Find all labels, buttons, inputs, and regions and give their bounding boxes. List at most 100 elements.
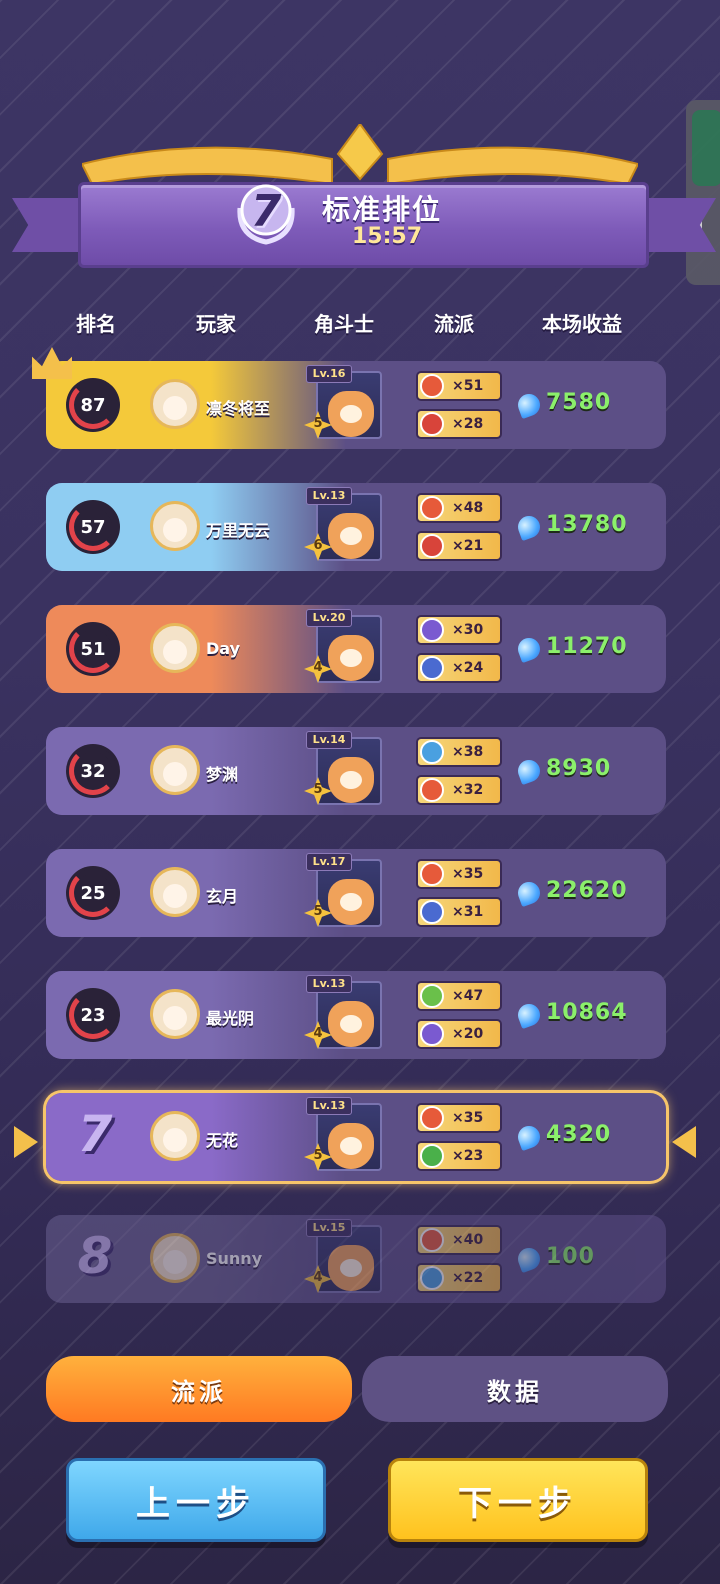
gladiator-level: Lv.14 — [306, 731, 352, 749]
style-count: ×22 — [452, 1270, 484, 1286]
rank-number: 7 — [77, 1105, 113, 1163]
gladiator-level: Lv.15 — [306, 1219, 352, 1237]
style-tag[interactable]: ×21 — [416, 531, 502, 561]
player-avatar[interactable] — [150, 989, 200, 1039]
player-name: 梦渊 — [206, 765, 239, 784]
rank-points-ring: 23 — [66, 988, 120, 1042]
current-rank-number: 7 — [250, 186, 282, 237]
current-player-arrow-right-icon — [672, 1126, 696, 1158]
player-avatar[interactable] — [150, 501, 200, 551]
fire-icon — [420, 496, 444, 520]
gem-icon — [514, 1122, 544, 1152]
fire-icon — [420, 778, 444, 802]
style-tag[interactable]: ×28 — [416, 409, 502, 439]
style-count: ×28 — [452, 416, 484, 432]
match-income: 22620 — [546, 878, 628, 903]
style-count: ×23 — [452, 1148, 484, 1164]
leaderboard-row[interactable]: 23 最光阴 Lv.13 4 ×47 ×20 10864 — [46, 971, 666, 1059]
swirl-icon — [420, 618, 444, 642]
style-tag[interactable]: ×24 — [416, 653, 502, 683]
style-count: ×21 — [452, 538, 484, 554]
player-avatar[interactable] — [150, 867, 200, 917]
style-tag[interactable]: ×35 — [416, 1103, 502, 1133]
style-tag[interactable]: ×51 — [416, 371, 502, 401]
current-player-arrow-left-icon — [14, 1126, 38, 1158]
style-count: ×48 — [452, 500, 484, 516]
style-count: ×30 — [452, 622, 484, 638]
gem-icon — [514, 390, 544, 420]
gladiator-level: Lv.17 — [306, 853, 352, 871]
previous-step-button[interactable]: 上一步 — [66, 1458, 326, 1542]
match-income: 7580 — [546, 390, 612, 415]
header-player: 玩家 — [196, 312, 236, 336]
player-avatar[interactable] — [150, 1111, 200, 1161]
fire-icon — [420, 862, 444, 886]
gladiator-icon — [328, 879, 374, 925]
style-count: ×32 — [452, 782, 484, 798]
style-tag[interactable]: ×35 — [416, 859, 502, 889]
mode-title: 标准排位 — [322, 193, 443, 226]
style-tag[interactable]: ×30 — [416, 615, 502, 645]
player-name: 万里无云 — [206, 521, 271, 540]
player-name: 玄月 — [206, 887, 239, 906]
style-count: ×47 — [452, 988, 484, 1004]
player-name: 最光阴 — [206, 1009, 255, 1028]
style-tag[interactable]: ×32 — [416, 775, 502, 805]
next-step-button[interactable]: 下一步 — [388, 1458, 648, 1542]
tab-data[interactable]: 数据 — [362, 1356, 668, 1422]
style-tag[interactable]: ×23 — [416, 1141, 502, 1171]
style-tag[interactable]: ×22 — [416, 1263, 502, 1293]
style-tag[interactable]: ×48 — [416, 493, 502, 523]
style-count: ×40 — [452, 1232, 484, 1248]
gladiator-icon — [328, 1245, 374, 1291]
tab-style[interactable]: 流派 — [46, 1356, 352, 1422]
leaderboard-row[interactable]: 32 梦渊 Lv.14 5 ×38 ×32 8930 — [46, 727, 666, 815]
potion-icon — [420, 1144, 444, 1168]
style-count: ×38 — [452, 744, 484, 760]
player-avatar[interactable] — [150, 379, 200, 429]
leaderboard-row[interactable]: 8 Sunny Lv.15 4 ×40 ×22 100 — [46, 1215, 666, 1303]
player-avatar[interactable] — [150, 745, 200, 795]
leaderboard-row[interactable]: 51 Day Lv.20 4 ×30 ×24 11270 — [46, 605, 666, 693]
style-count: ×35 — [452, 866, 484, 882]
rank-points-value: 25 — [80, 882, 106, 904]
leaderboard-row[interactable]: 57 万里无云 Lv.13 6 ×48 ×21 13780 — [46, 483, 666, 571]
style-tag[interactable]: ×47 — [416, 981, 502, 1011]
rank-points-ring: 25 — [66, 866, 120, 920]
gem-icon — [514, 1000, 544, 1030]
leaderboard-row[interactable]: 7 无花 Lv.13 5 ×35 ×23 4320 — [46, 1093, 666, 1181]
style-tag[interactable]: ×31 — [416, 897, 502, 927]
style-tag[interactable]: ×20 — [416, 1019, 502, 1049]
column-headers: 排名 玩家 角斗士 流派 本场收益 — [0, 308, 720, 338]
header-rank: 排名 — [76, 312, 116, 336]
style-count: ×20 — [452, 1026, 484, 1042]
player-avatar[interactable] — [150, 623, 200, 673]
wind-icon — [420, 656, 444, 680]
style-tag[interactable]: ×40 — [416, 1225, 502, 1255]
wind-icon — [420, 900, 444, 924]
rank-points-ring: 32 — [66, 744, 120, 798]
gladiator-icon — [328, 513, 374, 559]
gladiator-icon — [328, 635, 374, 681]
player-name: Day — [206, 639, 241, 658]
header-style: 流派 — [434, 312, 474, 336]
match-income: 8930 — [546, 756, 612, 781]
header-hero: 角斗士 — [314, 312, 374, 336]
gladiator-level: Lv.13 — [306, 975, 352, 993]
leaderboard-row[interactable]: 25 玄月 Lv.17 5 ×35 ×31 22620 — [46, 849, 666, 937]
style-tag[interactable]: ×38 — [416, 737, 502, 767]
gladiator-level: Lv.13 — [306, 487, 352, 505]
heal-icon — [420, 984, 444, 1008]
leaderboard-row[interactable]: 87 凛冬将至 Lv.16 5 ×51 ×28 7580 — [32, 347, 666, 449]
match-income: 4320 — [546, 1122, 612, 1147]
player-avatar[interactable] — [150, 1233, 200, 1283]
match-income: 100 — [546, 1244, 595, 1269]
style-count: ×51 — [452, 378, 484, 394]
rank-points-value: 51 — [80, 638, 106, 660]
swirl-icon — [420, 1022, 444, 1046]
rank-points-value: 23 — [80, 1004, 106, 1026]
match-income: 11270 — [546, 634, 628, 659]
gladiator-icon — [328, 1001, 374, 1047]
rank-points-value: 87 — [80, 394, 106, 416]
rank-banner: 7 标准排位 15:57 — [0, 120, 720, 280]
